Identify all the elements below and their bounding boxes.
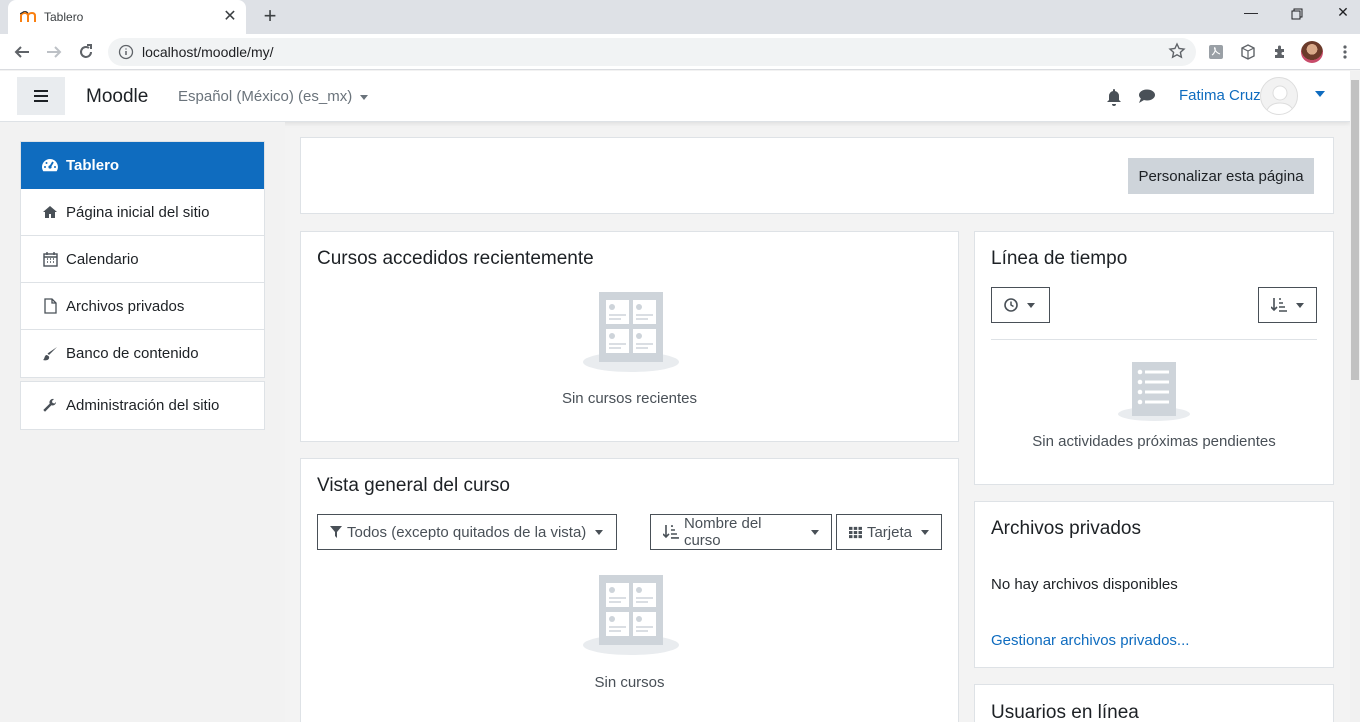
site-brand[interactable]: Moodle <box>86 86 148 108</box>
grid-icon <box>849 526 862 538</box>
timeline-block: Línea de tiempo Sin actividades próximas… <box>974 231 1334 485</box>
drawer-item-label: Archivos privados <box>66 297 185 315</box>
new-tab-button[interactable]: + <box>258 5 282 28</box>
drawer-item-tablero[interactable]: Tablero <box>21 142 264 189</box>
drawer-toggle-button[interactable] <box>17 77 65 115</box>
drawer-item-banco-contenido[interactable]: Banco de contenido <box>21 330 264 377</box>
browser-toolbar: localhost/moodle/my/ <box>0 34 1360 70</box>
moodle-favicon-icon <box>20 10 36 24</box>
drawer-item-calendario[interactable]: Calendario <box>21 236 264 283</box>
user-menu-chevron-icon[interactable] <box>1315 91 1325 97</box>
course-filter-dropdown[interactable]: Todos (excepto quitados de la vista) <box>317 514 617 550</box>
chevron-down-icon <box>595 529 604 535</box>
wrench-icon <box>41 398 59 414</box>
manage-private-files-link[interactable]: Gestionar archivos privados... <box>991 632 1189 649</box>
browser-menu-icon[interactable] <box>1335 42 1355 62</box>
page-header-card: Personalizar esta página <box>300 137 1334 214</box>
nav-drawer-list: Tablero Página inicial del sitio Calenda… <box>20 141 265 378</box>
course-sort-dropdown[interactable]: Nombre del curso <box>650 514 832 550</box>
block-title: Vista general del curso <box>317 475 510 496</box>
courses-placeholder-icon <box>583 292 679 372</box>
course-view-dropdown[interactable]: Tarjeta <box>836 514 942 550</box>
site-info-icon[interactable] <box>118 44 134 60</box>
cube-extension-icon[interactable] <box>1238 42 1258 62</box>
minimize-icon[interactable]: — <box>1228 4 1274 28</box>
private-files-block: Archivos privados No hay archivos dispon… <box>974 501 1334 668</box>
file-icon <box>41 298 59 314</box>
close-window-icon[interactable]: ✕ <box>1320 4 1360 28</box>
empty-message: Sin cursos recientes <box>561 390 698 407</box>
address-bar[interactable]: localhost/moodle/my/ <box>108 38 1196 66</box>
drawer-item-label: Tablero <box>66 156 120 174</box>
back-icon[interactable] <box>10 40 34 64</box>
chevron-down-icon <box>1027 302 1035 308</box>
timeline-date-filter-dropdown[interactable] <box>991 287 1050 323</box>
reload-icon[interactable] <box>74 40 98 64</box>
chevron-down-icon <box>921 529 929 535</box>
notifications-bell-icon[interactable] <box>1106 88 1124 106</box>
divider <box>991 339 1317 340</box>
chevron-down-icon <box>1296 302 1304 308</box>
pdf-extension-icon[interactable] <box>1206 42 1226 62</box>
recent-courses-block: Cursos accedidos recientemente Sin curso… <box>300 231 959 442</box>
home-icon <box>41 204 59 220</box>
close-tab-icon[interactable]: ✕ <box>222 9 238 25</box>
filter-icon <box>330 526 342 538</box>
drawer-item-administracion[interactable]: Administración del sitio <box>21 382 264 429</box>
extensions-puzzle-icon[interactable] <box>1270 42 1290 62</box>
calendar-icon <box>41 251 59 267</box>
language-menu[interactable]: Español (México) (es_mx) <box>178 88 369 105</box>
scrollbar-thumb[interactable] <box>1351 80 1359 380</box>
block-title: Usuarios en línea <box>991 702 1139 722</box>
sort-icon <box>1271 298 1287 312</box>
chevron-down-icon <box>811 529 819 535</box>
no-files-text: No hay archivos disponibles <box>991 576 1178 593</box>
drawer-item-archivos-privados[interactable]: Archivos privados <box>21 283 264 330</box>
filter-label: Todos (excepto quitados de la vista) <box>347 523 587 541</box>
timeline-sort-dropdown[interactable] <box>1258 287 1317 323</box>
empty-message: Sin actividades próximas pendientes <box>1032 433 1276 450</box>
dashboard-icon <box>41 157 59 173</box>
moodle-navbar: Moodle Español (México) (es_mx) Fatima C… <box>0 71 1350 122</box>
paintbrush-icon <box>41 346 59 362</box>
restore-icon[interactable] <box>1274 4 1320 28</box>
sort-icon <box>663 525 679 539</box>
browser-tab[interactable]: Tablero ✕ <box>8 0 246 34</box>
drawer-item-label: Calendario <box>66 250 139 268</box>
messages-icon[interactable] <box>1138 88 1156 106</box>
user-avatar[interactable] <box>1260 77 1298 115</box>
drawer-item-pagina-inicial[interactable]: Página inicial del sitio <box>21 189 264 236</box>
browser-tabbar: Tablero ✕ + — ✕ <box>0 0 1360 34</box>
online-users-block: Usuarios en línea <box>974 684 1334 722</box>
nav-drawer-admin: Administración del sitio <box>20 381 265 430</box>
tab-title: Tablero <box>44 10 84 24</box>
customize-page-button[interactable]: Personalizar esta página <box>1128 158 1314 194</box>
bookmark-star-icon[interactable] <box>1168 42 1186 64</box>
chevron-down-icon <box>360 94 369 100</box>
language-label: Español (México) (es_mx) <box>178 88 353 105</box>
courses-placeholder-icon <box>583 575 679 655</box>
timeline-placeholder-icon <box>1118 362 1190 421</box>
sort-label: Nombre del curso <box>683 515 762 549</box>
clock-icon <box>1004 298 1018 312</box>
drawer-item-label: Banco de contenido <box>66 345 199 362</box>
block-title: Cursos accedidos recientemente <box>317 248 594 269</box>
drawer-item-label: Página inicial del sitio <box>66 203 210 221</box>
hamburger-icon <box>34 90 48 102</box>
url-text: localhost/moodle/my/ <box>142 44 274 60</box>
empty-message: Sin cursos <box>594 674 665 691</box>
user-menu-name[interactable]: Fatima Cruz <box>1179 87 1261 104</box>
block-title: Archivos privados <box>991 518 1141 539</box>
view-label: Tarjeta <box>866 523 912 541</box>
forward-icon[interactable] <box>42 40 66 64</box>
course-overview-block: Vista general del curso Todos (excepto q… <box>300 458 959 722</box>
drawer-item-label: Administración del sitio <box>66 397 220 414</box>
block-title: Línea de tiempo <box>991 248 1128 269</box>
browser-profile-avatar[interactable] <box>1301 41 1323 63</box>
